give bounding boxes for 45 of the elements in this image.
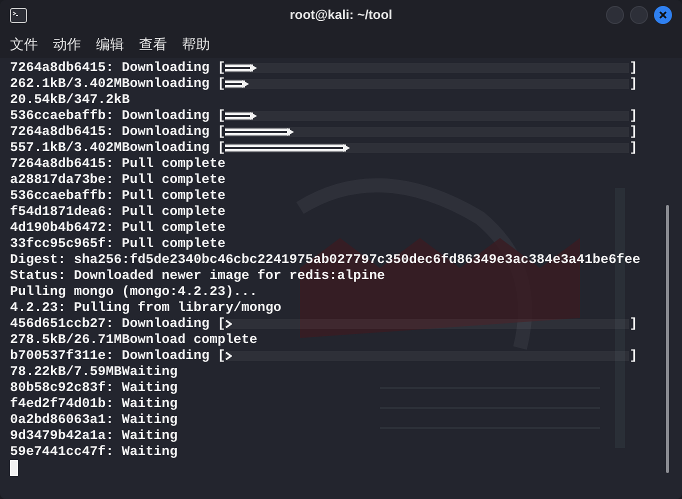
terminal-line: 7264a8db6415: Pull complete — [10, 156, 226, 172]
terminal-line: 80b58c92c83f: Waiting — [10, 380, 178, 396]
terminal-line: 78.22kB/7.59MBWaiting — [10, 364, 178, 380]
bracket: ] — [629, 140, 638, 156]
menu-item[interactable]: 查看 — [139, 34, 167, 54]
bracket: ] — [629, 124, 638, 140]
bracket: ] — [629, 108, 638, 124]
terminal-line: a28817da73be: Pull complete — [10, 172, 226, 188]
scrollbar[interactable] — [666, 205, 669, 473]
terminal-line: 7264a8db6415: Downloading [ — [10, 60, 226, 76]
terminal-line: f54d1871dea6: Pull complete — [10, 204, 226, 220]
terminal-icon — [10, 8, 27, 22]
terminal-line: 4d190b4b6472: Pull complete — [10, 220, 226, 236]
minimize-button[interactable] — [606, 6, 624, 24]
bracket: ] — [629, 348, 638, 364]
terminal-line: 59e7441cc47f: Waiting — [10, 444, 178, 460]
menu-item[interactable]: 编辑 — [96, 34, 124, 54]
terminal-line: 262.1kB/3.402MBownloading [ — [10, 76, 226, 92]
text-cursor — [10, 460, 18, 476]
terminal-line: f4ed2f74d01b: Waiting — [10, 396, 178, 412]
terminal-line: 20.54kB/347.2kB — [10, 92, 130, 108]
terminal-line: b700537f311e: Downloading [ — [10, 348, 226, 364]
window-title: root@kali: ~/tool — [288, 6, 394, 24]
menu-item[interactable]: 帮助 — [182, 34, 210, 54]
terminal-line: 557.1kB/3.402MBownloading [ — [10, 140, 226, 156]
bracket: ] — [629, 316, 638, 332]
menu-item[interactable]: 文件 — [10, 34, 38, 54]
bracket: ] — [629, 76, 638, 92]
terminal-line: Pulling mongo (mongo:4.2.23)... — [10, 284, 258, 300]
terminal-line: Digest: sha256:fd5de2340bc46cbc2241975ab027797c350dec6fd86349e3ac384e3a41be6fee — [10, 252, 640, 268]
terminal-line: Status: Downloaded newer image for redis:alpine — [10, 268, 386, 284]
terminal-line: 456d651ccb27: Downloading [ — [10, 316, 226, 332]
bracket: ] — [629, 60, 638, 76]
terminal-line: 0a2bd86063a1: Waiting — [10, 412, 178, 428]
terminal-line: 7264a8db6415: Downloading [ — [10, 124, 226, 140]
terminal-line: 4.2.23: Pulling from library/mongo — [10, 300, 282, 316]
terminal-line: 9d3479b42a1a: Waiting — [10, 428, 178, 444]
terminal-line: 536ccaebaffb: Pull complete — [10, 188, 226, 204]
close-button[interactable] — [654, 6, 672, 24]
terminal-line: 278.5kB/26.71MBownload complete — [10, 332, 258, 348]
maximize-button[interactable] — [630, 6, 648, 24]
close-icon — [659, 11, 667, 19]
terminal-line: 33fcc95c965f: Pull complete — [10, 236, 226, 252]
menu-item[interactable]: 动作 — [53, 34, 81, 54]
terminal-line: 536ccaebaffb: Downloading [ — [10, 108, 226, 124]
